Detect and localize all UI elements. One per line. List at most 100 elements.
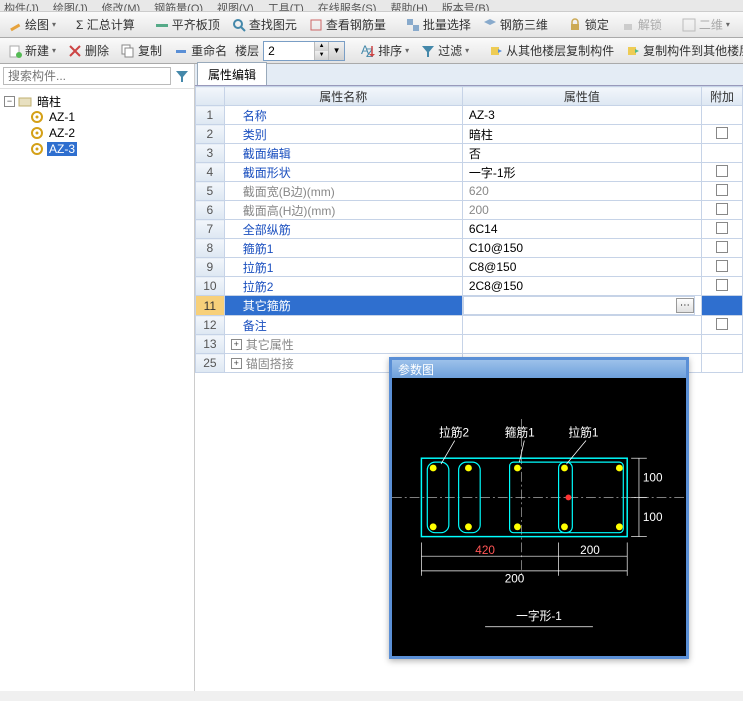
extra-cell[interactable]: [701, 296, 742, 316]
flat-button[interactable]: 平齐板顶: [151, 14, 224, 35]
tree-filter-button[interactable]: [173, 67, 191, 85]
floor-dropdown[interactable]: ▼: [328, 42, 344, 60]
batch-select-button[interactable]: 批量选择: [402, 14, 475, 35]
property-value-cell[interactable]: C8@150: [462, 258, 701, 277]
floor-selector[interactable]: ▲▼ ▼: [263, 41, 345, 61]
extra-cell[interactable]: [701, 239, 742, 258]
tree-root[interactable]: − 暗柱: [2, 93, 192, 109]
find-element-button[interactable]: 查找图元: [228, 14, 301, 35]
checkbox[interactable]: [716, 222, 728, 234]
property-value-cell[interactable]: 2C8@150: [462, 277, 701, 296]
table-row[interactable]: 3截面编辑否: [196, 144, 743, 163]
checkbox[interactable]: [716, 318, 728, 330]
table-row[interactable]: 9拉筋1C8@150: [196, 258, 743, 277]
copy-to-floor-button[interactable]: 复制构件到其他楼层: [622, 40, 743, 61]
search-input[interactable]: [3, 67, 171, 85]
property-name-cell[interactable]: 拉筋1: [224, 258, 462, 277]
table-row[interactable]: 5截面宽(B边)(mm)620: [196, 182, 743, 201]
extra-cell[interactable]: [701, 182, 742, 201]
table-row[interactable]: 10拉筋22C8@150: [196, 277, 743, 296]
checkbox[interactable]: [716, 260, 728, 272]
property-name-cell[interactable]: 截面宽(B边)(mm): [224, 182, 462, 201]
tree-item[interactable]: AZ-3: [2, 141, 192, 157]
extra-cell[interactable]: [701, 144, 742, 163]
expand-icon[interactable]: +: [231, 358, 242, 369]
property-name-cell[interactable]: 截面形状: [224, 163, 462, 182]
extra-cell[interactable]: [701, 163, 742, 182]
extra-cell[interactable]: [701, 220, 742, 239]
property-value-cell[interactable]: 6C14: [462, 220, 701, 239]
lock-button[interactable]: 锁定: [564, 14, 613, 35]
spin-down[interactable]: ▼: [314, 51, 328, 60]
extra-cell[interactable]: [701, 277, 742, 296]
extra-cell[interactable]: [701, 354, 742, 373]
extra-cell[interactable]: [701, 316, 742, 335]
property-name-cell[interactable]: 箍筋1: [224, 239, 462, 258]
header-value[interactable]: 属性值: [462, 87, 701, 106]
header-name[interactable]: 属性名称: [224, 87, 462, 106]
extra-cell[interactable]: [701, 335, 742, 354]
header-extra[interactable]: 附加: [701, 87, 742, 106]
property-value-cell[interactable]: 暗柱: [462, 125, 701, 144]
checkbox[interactable]: [716, 241, 728, 253]
unlock-button[interactable]: 解锁: [617, 14, 666, 35]
tree-item[interactable]: AZ-1: [2, 109, 192, 125]
bar-3d-button[interactable]: 钢筋三维: [479, 14, 552, 35]
property-value-cell[interactable]: AZ-3: [462, 106, 701, 125]
copy-button[interactable]: 复制: [117, 40, 166, 61]
property-value-cell[interactable]: ⋯: [463, 296, 695, 315]
table-row[interactable]: 11其它箍筋⋯: [196, 296, 743, 316]
side-view-button[interactable]: 俯视: [738, 14, 743, 35]
property-value-cell[interactable]: 一字-1形: [462, 163, 701, 182]
sum-button[interactable]: Σ 汇总计算: [72, 14, 139, 35]
checkbox[interactable]: [716, 279, 728, 291]
menu-item[interactable]: 帮助(H): [390, 0, 427, 11]
view-bar-button[interactable]: 查看钢筋量: [305, 14, 390, 35]
property-name-cell[interactable]: 类别: [224, 125, 462, 144]
tab-properties[interactable]: 属性编辑: [197, 62, 267, 85]
sort-button[interactable]: AZ排序▾: [357, 40, 413, 61]
menu-item[interactable]: 在线服务(S): [318, 0, 377, 11]
extra-cell[interactable]: [701, 201, 742, 220]
checkbox[interactable]: [716, 127, 728, 139]
table-row[interactable]: 2类别暗柱: [196, 125, 743, 144]
property-value-cell[interactable]: [462, 335, 701, 354]
property-value-cell[interactable]: 200: [462, 201, 701, 220]
table-row[interactable]: 13+其它属性: [196, 335, 743, 354]
extra-cell[interactable]: [701, 125, 742, 144]
menu-item[interactable]: 绘图(J): [53, 0, 88, 11]
spin-up[interactable]: ▲: [314, 42, 328, 51]
ellipsis-button[interactable]: ⋯: [676, 298, 694, 313]
table-row[interactable]: 7全部纵筋6C14: [196, 220, 743, 239]
menu-item[interactable]: 钢筋量(Q): [154, 0, 203, 11]
table-row[interactable]: 6截面高(H边)(mm)200: [196, 201, 743, 220]
table-row[interactable]: 8箍筋1C10@150: [196, 239, 743, 258]
delete-button[interactable]: 删除: [64, 40, 113, 61]
property-name-cell[interactable]: 截面高(H边)(mm): [224, 201, 462, 220]
table-row[interactable]: 4截面形状一字-1形: [196, 163, 743, 182]
table-row[interactable]: 1名称AZ-3: [196, 106, 743, 125]
property-value-cell[interactable]: [462, 316, 701, 335]
floor-input[interactable]: [264, 42, 314, 60]
property-name-cell[interactable]: 名称: [224, 106, 462, 125]
property-name-cell[interactable]: 全部纵筋: [224, 220, 462, 239]
property-name-cell[interactable]: 备注: [224, 316, 462, 335]
menu-item[interactable]: 工具(T): [268, 0, 304, 11]
checkbox[interactable]: [716, 165, 728, 177]
filter-button[interactable]: 过滤▾: [417, 40, 473, 61]
menu-item[interactable]: 修改(M): [102, 0, 141, 11]
menu-item[interactable]: 版本号(B): [442, 0, 490, 11]
property-value-cell[interactable]: C10@150: [462, 239, 701, 258]
expand-icon[interactable]: +: [231, 339, 242, 350]
collapse-icon[interactable]: −: [4, 96, 15, 107]
property-name-cell[interactable]: 拉筋2: [224, 277, 462, 296]
new-button[interactable]: 新建▾: [4, 40, 60, 61]
checkbox[interactable]: [716, 203, 728, 215]
two-d-button[interactable]: 二维▾: [678, 14, 734, 35]
copy-from-floor-button[interactable]: 从其他楼层复制构件: [485, 40, 618, 61]
checkbox[interactable]: [716, 184, 728, 196]
rename-button[interactable]: 重命名: [170, 40, 231, 61]
table-row[interactable]: 12备注: [196, 316, 743, 335]
property-value-cell[interactable]: 否: [462, 144, 701, 163]
property-name-cell[interactable]: 其它箍筋: [224, 296, 462, 316]
